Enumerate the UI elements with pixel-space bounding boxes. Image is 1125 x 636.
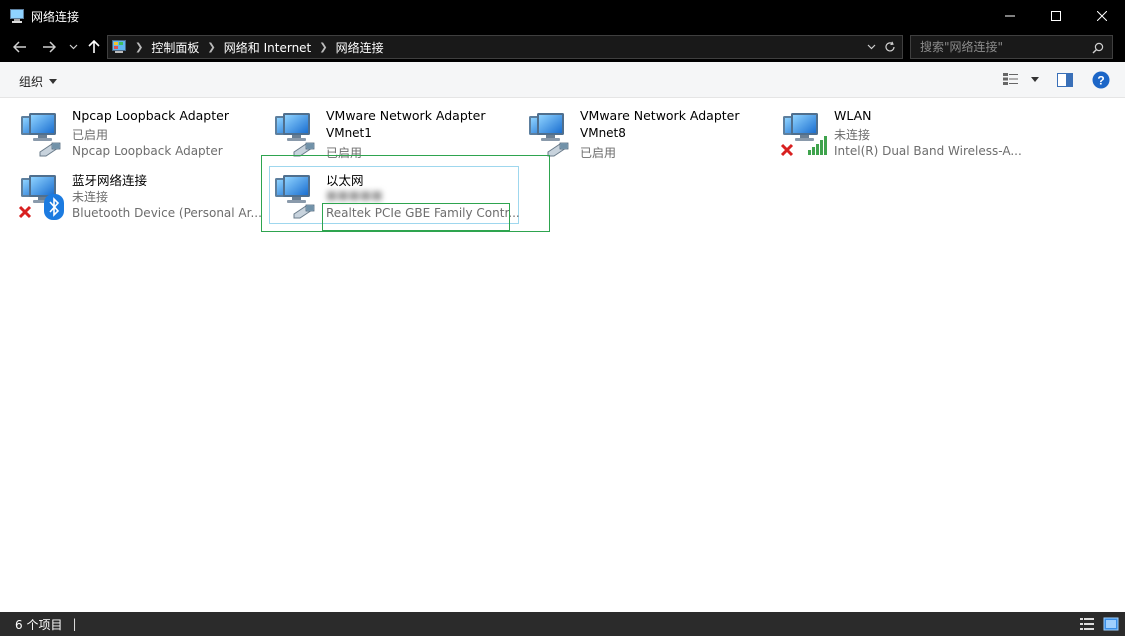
adapter-status: 未连接	[72, 190, 109, 204]
preview-pane-icon[interactable]	[1057, 73, 1073, 87]
arrow-up-icon	[88, 40, 100, 53]
arrow-left-icon	[13, 41, 26, 53]
adapter-vmnet8[interactable]: VMware Network Adapter VMnet8 已启用	[526, 108, 776, 164]
adapter-name: 蓝牙网络连接	[72, 173, 148, 188]
caret-down-icon	[1031, 76, 1039, 82]
maximize-button[interactable]	[1033, 0, 1079, 32]
item-count: 6 个项目	[15, 617, 63, 632]
search-icon[interactable]	[1092, 42, 1104, 54]
status-bar: 6 个项目 |	[0, 612, 1125, 636]
chevron-down-icon	[69, 44, 77, 50]
adapter-device: Npcap Loopback Adapter	[72, 144, 223, 158]
window-controls	[987, 0, 1125, 32]
arrow-right-icon	[43, 41, 56, 53]
disconnected-x-icon	[18, 205, 32, 219]
network-connections-icon	[10, 9, 24, 23]
caret-down-icon	[49, 79, 58, 84]
disconnected-x-icon	[780, 143, 794, 157]
title-bar: 网络连接	[0, 0, 1125, 32]
network-adapter-icon	[272, 110, 320, 158]
adapter-subname: VMnet8	[580, 126, 626, 140]
back-button[interactable]	[10, 37, 30, 57]
adapter-device: Bluetooth Device (Personal Ar...	[72, 206, 262, 220]
minimize-button[interactable]	[987, 0, 1033, 32]
svg-text:?: ?	[1097, 74, 1104, 88]
network-adapter-icon	[272, 172, 320, 220]
annotation-text-outline	[322, 203, 510, 231]
address-dropdown-icon[interactable]	[867, 44, 876, 50]
breadcrumb-separator: ❯	[319, 41, 328, 53]
breadcrumb-separator: ❯	[135, 41, 144, 53]
organize-label: 组织	[19, 75, 44, 89]
command-bar: 组织 ?	[0, 62, 1125, 98]
adapter-network-name: ■■■■■	[326, 188, 383, 202]
adapter-status: 已启用	[580, 146, 617, 160]
maximize-icon	[1051, 11, 1061, 21]
search-box[interactable]	[910, 35, 1113, 59]
close-icon	[1097, 11, 1107, 21]
breadcrumb-control-panel[interactable]: 控制面板	[151, 39, 199, 56]
adapter-name: VMware Network Adapter	[580, 108, 740, 123]
up-button[interactable]	[85, 37, 103, 57]
minimize-icon	[1005, 15, 1015, 17]
adapter-device: Intel(R) Dual Band Wireless-A...	[834, 144, 1022, 158]
close-button[interactable]	[1079, 0, 1125, 32]
change-view-button[interactable]	[1003, 72, 1039, 86]
bluetooth-icon	[44, 194, 64, 220]
address-bar[interactable]: ❯ 控制面板 ❯ 网络和 Internet ❯ 网络连接	[107, 35, 903, 59]
breadcrumb-separator: ❯	[207, 41, 216, 53]
forward-button[interactable]	[39, 37, 59, 57]
search-input[interactable]	[920, 40, 1090, 54]
large-icons-view-icon[interactable]	[1103, 616, 1119, 632]
adapter-name: 以太网	[326, 173, 364, 188]
network-adapter-icon	[526, 110, 574, 158]
adapter-status: 已启用	[72, 128, 109, 142]
adapter-wlan[interactable]: WLAN 未连接 Intel(R) Dual Band Wireless-A..…	[780, 108, 1030, 164]
help-icon[interactable]: ?	[1092, 71, 1110, 89]
view-details-icon	[1003, 73, 1018, 85]
breadcrumb-network-connections[interactable]: 网络连接	[336, 39, 384, 56]
adapter-npcap-loopback[interactable]: Npcap Loopback Adapter 已启用 Npcap Loopbac…	[18, 108, 268, 164]
adapter-subname: VMnet1	[326, 126, 372, 140]
refresh-icon[interactable]	[884, 41, 896, 53]
recent-locations-button[interactable]	[66, 37, 80, 57]
organize-menu[interactable]: 组织	[19, 73, 58, 90]
adapter-bluetooth[interactable]: 蓝牙网络连接 未连接 Bluetooth Device (Personal Ar…	[18, 170, 268, 226]
status-separator: |	[72, 617, 77, 631]
adapter-name: VMware Network Adapter	[326, 108, 486, 123]
adapter-name: WLAN	[834, 108, 872, 123]
control-panel-icon	[112, 40, 126, 53]
adapter-name: Npcap Loopback Adapter	[72, 108, 229, 123]
adapter-status: 未连接	[834, 128, 871, 142]
details-view-icon[interactable]	[1079, 616, 1095, 632]
network-adapter-icon	[18, 110, 66, 158]
breadcrumb-network-internet[interactable]: 网络和 Internet	[224, 39, 311, 56]
window-title: 网络连接	[31, 9, 80, 24]
view-toggle	[1079, 616, 1119, 632]
